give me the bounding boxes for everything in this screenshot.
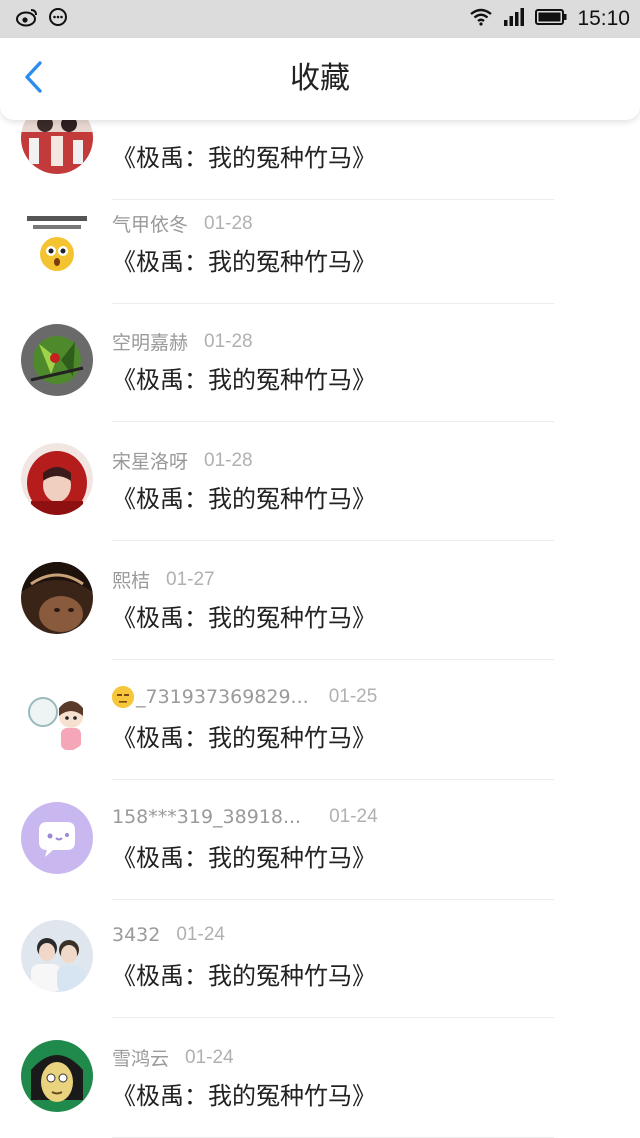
- item-date: 01-28: [204, 212, 253, 234]
- avatar[interactable]: [21, 562, 93, 634]
- item-title[interactable]: 《极禹：我的冤种竹马》: [112, 479, 376, 514]
- item-title[interactable]: 《极禹：我的冤种竹马》: [112, 1076, 376, 1111]
- avatar[interactable]: [21, 324, 93, 396]
- list-item[interactable]: _731937369829... 01-25 《极禹：我的冤种竹马》: [0, 660, 640, 780]
- item-title[interactable]: 《极禹：我的冤种竹马》: [112, 360, 376, 395]
- author-name[interactable]: 3432: [112, 924, 160, 946]
- author-name[interactable]: 雪鸿云: [112, 1044, 169, 1071]
- item-meta: 3432 01-24: [112, 924, 225, 946]
- battery-icon: [535, 8, 567, 30]
- item-meta: 雪鸿云 01-24: [112, 1044, 234, 1071]
- unamused-emoji-icon: [112, 686, 134, 708]
- page-title: 收藏: [290, 61, 350, 96]
- author-name[interactable]: _731937369829...: [136, 686, 309, 708]
- avatar[interactable]: [21, 1040, 93, 1112]
- avatar[interactable]: [21, 443, 93, 515]
- weibo-icon: [16, 7, 38, 31]
- item-date: 01-24: [185, 1046, 234, 1068]
- wifi-icon: [469, 8, 493, 30]
- item-meta: 158***319_38918... 01-24: [112, 806, 378, 828]
- chevron-left-icon: [22, 60, 44, 98]
- author-name[interactable]: 158***319_38918...: [112, 806, 301, 828]
- item-title[interactable]: 《极禹：我的冤种竹马》: [112, 718, 376, 753]
- item-meta: _731937369829... 01-25: [112, 686, 377, 708]
- item-title[interactable]: 《极禹：我的冤种竹马》: [112, 956, 376, 991]
- item-date: 01-24: [329, 806, 378, 827]
- status-right: 15:10: [469, 7, 630, 31]
- avatar[interactable]: [21, 206, 93, 278]
- list-item[interactable]: 3432 01-24 《极禹：我的冤种竹马》: [0, 898, 640, 1018]
- item-date: 01-24: [176, 924, 225, 945]
- item-meta: 空明嘉赫 01-28: [112, 328, 253, 355]
- item-title[interactable]: 《极禹：我的冤种竹马》: [112, 838, 376, 873]
- item-meta: 气甲依冬 01-28: [112, 210, 253, 237]
- list-item[interactable]: 气甲依冬 01-28 《极禹：我的冤种竹马》: [0, 184, 640, 304]
- item-title[interactable]: 《极禹：我的冤种竹马》: [112, 138, 376, 173]
- signal-icon: [503, 8, 525, 30]
- avatar[interactable]: [21, 682, 93, 754]
- list-item[interactable]: 158***319_38918... 01-24 《极禹：我的冤种竹马》: [0, 780, 640, 900]
- author-name[interactable]: 空明嘉赫: [112, 328, 188, 355]
- list-item[interactable]: 雪鸿云 01-24 《极禹：我的冤种竹马》: [0, 1018, 640, 1138]
- message-dots-icon: [48, 7, 68, 31]
- list-item[interactable]: 宋星洛呀 01-28 《极禹：我的冤种竹马》: [0, 421, 640, 541]
- item-meta: 宋星洛呀 01-28: [112, 447, 253, 474]
- item-meta: 熙桔 01-27: [112, 566, 215, 593]
- status-bar: 15:10: [0, 0, 640, 38]
- item-date: 01-27: [166, 568, 215, 590]
- item-title[interactable]: 《极禹：我的冤种竹马》: [112, 598, 376, 633]
- author-name[interactable]: 熙桔: [112, 566, 150, 593]
- author-name[interactable]: 宋星洛呀: [112, 447, 188, 474]
- avatar[interactable]: [21, 920, 93, 992]
- item-date: 01-28: [204, 449, 253, 471]
- status-time: 15:10: [577, 7, 630, 30]
- status-left: [16, 7, 68, 31]
- back-button[interactable]: [10, 56, 56, 102]
- item-title[interactable]: 《极禹：我的冤种竹马》: [112, 242, 376, 277]
- avatar[interactable]: [21, 802, 93, 874]
- list-item[interactable]: 空明嘉赫 01-28 《极禹：我的冤种竹马》: [0, 302, 640, 422]
- item-date: 01-25: [328, 686, 378, 707]
- list-item[interactable]: 熙桔 01-27 《极禹：我的冤种竹马》: [0, 540, 640, 660]
- item-date: 01-28: [204, 330, 253, 352]
- header: 收藏: [0, 38, 640, 120]
- favorites-list: 《极禹：我的冤种竹马》 气甲依冬 01-28 《极禹：我的冤种竹马》 空明嘉赫 …: [0, 0, 640, 1138]
- author-name[interactable]: 气甲依冬: [112, 210, 188, 237]
